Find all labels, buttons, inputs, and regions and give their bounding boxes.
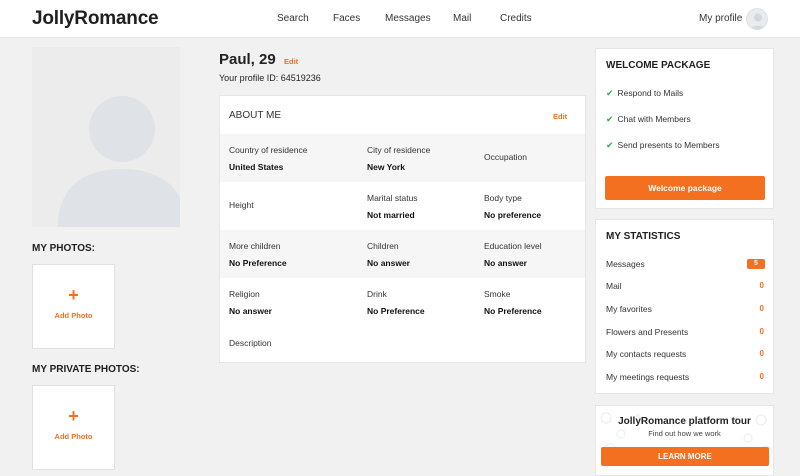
nav-mail[interactable]: Mail: [453, 13, 471, 24]
stat-label-flowers[interactable]: Flowers and Presents: [606, 327, 688, 337]
about-row: Height Marital status Not married Body t…: [220, 182, 585, 230]
nav-messages[interactable]: Messages: [385, 13, 431, 24]
stat-label-contacts[interactable]: My contacts requests: [606, 349, 686, 359]
stat-value-mail: 0: [759, 281, 764, 290]
stat-value-flowers: 0: [759, 327, 764, 336]
field-label: Education level: [484, 241, 542, 251]
stat-value-favorites: 0: [759, 304, 764, 313]
field-value: No Preference: [229, 258, 287, 268]
about-row: Religion No answer Drink No Preference S…: [220, 278, 585, 326]
top-header: JollyRomance Search Faces Messages Mail …: [0, 0, 800, 38]
benefit-label: Chat with Members: [617, 114, 691, 124]
platform-tour-subtitle: Find out how we work: [648, 429, 721, 438]
header-avatar-icon[interactable]: [746, 8, 768, 30]
field-label: Body type: [484, 193, 522, 203]
field-value: No answer: [367, 258, 410, 268]
profile-avatar-placeholder: [32, 47, 180, 227]
benefit-label: Respond to Mails: [617, 88, 684, 98]
check-icon: ✔: [606, 114, 614, 124]
field-value: No answer: [484, 258, 527, 268]
field-label: Occupation: [484, 152, 527, 162]
my-private-photos-heading: MY PRIVATE PHOTOS:: [32, 364, 140, 375]
field-value: No Preference: [484, 306, 542, 316]
platform-tour-card: JollyRomance platform tour Find out how …: [595, 405, 774, 476]
about-me-card: ABOUT ME Edit Country of residence Unite…: [219, 95, 586, 363]
stat-label-mail[interactable]: Mail: [606, 281, 622, 291]
nav-faces[interactable]: Faces: [333, 13, 360, 24]
learn-more-button[interactable]: LEARN MORE: [601, 447, 769, 466]
profile-id: Your profile ID: 64519236: [219, 73, 321, 83]
field-value: No Preference: [367, 306, 425, 316]
field-label: City of residence: [367, 145, 431, 155]
field-value: No preference: [484, 210, 542, 220]
profile-name: Paul, 29: [219, 51, 276, 68]
my-statistics-card: MY STATISTICS Messages 5 Mail 0 My favor…: [595, 219, 774, 394]
welcome-package-title: WELCOME PACKAGE: [606, 60, 711, 71]
nav-search[interactable]: Search: [277, 13, 309, 24]
plus-icon: +: [68, 285, 79, 305]
about-row: More children No Preference Children No …: [220, 230, 585, 278]
about-row: Country of residence United States City …: [220, 134, 585, 182]
field-label: Marital status: [367, 193, 418, 203]
welcome-package-card: WELCOME PACKAGE ✔ Respond to Mails ✔ Chat …: [595, 48, 774, 209]
my-photos-heading: MY PHOTOS:: [32, 243, 95, 254]
add-photo-label: Add Photo: [54, 432, 93, 441]
add-private-photo-button[interactable]: + Add Photo: [32, 385, 115, 470]
field-label: Country of residence: [229, 145, 308, 155]
field-label: Drink: [367, 289, 387, 299]
benefit-label: Send presents to Members: [617, 140, 720, 150]
plus-icon: +: [68, 406, 79, 426]
about-row: Description: [220, 326, 585, 362]
add-photo-label: Add Photo: [54, 311, 93, 320]
check-icon: ✔: [606, 88, 614, 98]
edit-name-link[interactable]: Edit: [284, 57, 298, 66]
field-value: No answer: [229, 306, 272, 316]
edit-about-link[interactable]: Edit: [553, 112, 567, 121]
field-label: Religion: [229, 289, 260, 299]
field-label: Smoke: [484, 289, 511, 299]
platform-tour-title: JollyRomance platform tour: [618, 416, 751, 427]
check-icon: ✔: [606, 140, 614, 150]
stat-label-meetings[interactable]: My meetings requests: [606, 372, 689, 382]
my-statistics-title: MY STATISTICS: [606, 231, 681, 242]
add-photo-button[interactable]: + Add Photo: [32, 264, 115, 349]
stat-badge-messages: 5: [747, 259, 765, 269]
about-me-title: ABOUT ME: [229, 110, 282, 121]
stat-value-contacts: 0: [759, 349, 764, 358]
field-label: Description: [229, 338, 272, 348]
stat-label-messages[interactable]: Messages: [606, 259, 645, 269]
stat-value-meetings: 0: [759, 372, 764, 381]
field-label: More children: [229, 241, 281, 251]
field-label: Height: [229, 200, 254, 210]
welcome-package-button[interactable]: Welcome package: [605, 176, 765, 200]
field-value: New York: [367, 162, 405, 172]
nav-credits[interactable]: Credits: [500, 13, 532, 24]
benefit-item: ✔ Respond to Mails: [606, 88, 683, 99]
user-silhouette-icon: [58, 96, 180, 227]
field-label: Children: [367, 241, 399, 251]
benefit-item: ✔ Chat with Members: [606, 114, 691, 125]
field-value: United States: [229, 162, 284, 172]
stat-label-favorites[interactable]: My favorites: [606, 304, 652, 314]
my-profile-link[interactable]: My profile: [699, 13, 742, 24]
site-logo[interactable]: JollyRomance: [32, 8, 159, 30]
field-value: Not married: [367, 210, 415, 220]
benefit-item: ✔ Send presents to Members: [606, 140, 720, 151]
